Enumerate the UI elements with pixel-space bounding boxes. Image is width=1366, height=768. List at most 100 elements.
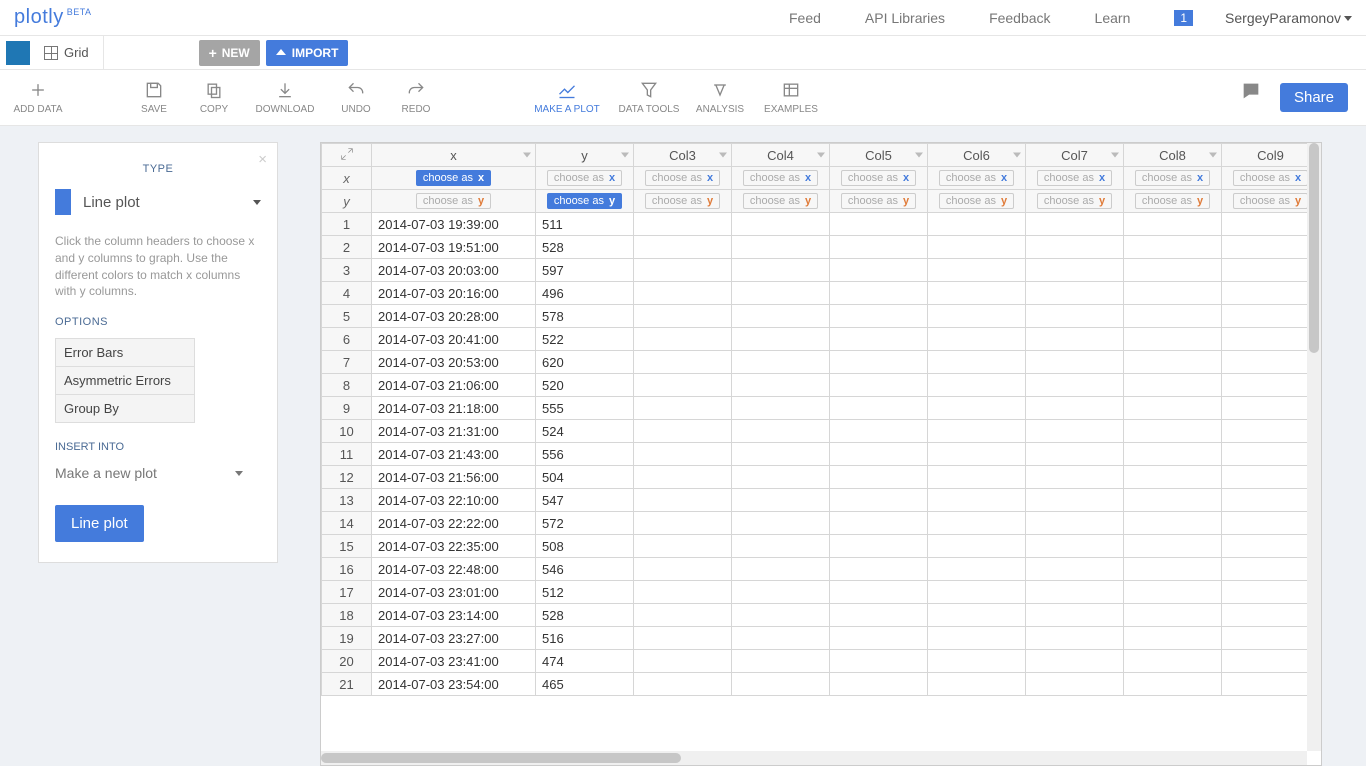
grid-tab[interactable]: Grid	[30, 36, 104, 69]
column-header-Col9[interactable]: Col9	[1222, 144, 1320, 167]
cell[interactable]: 516	[536, 627, 634, 650]
cell[interactable]	[1222, 420, 1320, 443]
cell[interactable]	[1222, 581, 1320, 604]
cell[interactable]	[1222, 627, 1320, 650]
analysis-button[interactable]: ANALYSIS	[690, 80, 750, 115]
row-header[interactable]: 13	[322, 489, 372, 512]
cell[interactable]	[830, 489, 928, 512]
cell[interactable]	[732, 213, 830, 236]
cell[interactable]	[634, 420, 732, 443]
cell[interactable]	[1222, 489, 1320, 512]
cell[interactable]	[830, 443, 928, 466]
cell[interactable]: 555	[536, 397, 634, 420]
cell[interactable]	[634, 397, 732, 420]
choose-x-Col8[interactable]: choose as x	[1124, 167, 1222, 190]
cell[interactable]	[1026, 213, 1124, 236]
cell[interactable]	[1026, 397, 1124, 420]
cell[interactable]: 2014-07-03 20:53:00	[372, 351, 536, 374]
cell[interactable]	[830, 305, 928, 328]
choose-y-y[interactable]: choose as y	[536, 190, 634, 213]
cell[interactable]	[830, 420, 928, 443]
cell[interactable]	[1026, 236, 1124, 259]
cell[interactable]	[1026, 282, 1124, 305]
cell[interactable]: 2014-07-03 23:54:00	[372, 673, 536, 696]
cell[interactable]	[928, 650, 1026, 673]
cell[interactable]: 2014-07-03 19:51:00	[372, 236, 536, 259]
cell[interactable]	[634, 489, 732, 512]
cell[interactable]	[1026, 512, 1124, 535]
cell[interactable]	[1222, 259, 1320, 282]
cell[interactable]	[732, 512, 830, 535]
row-header[interactable]: 9	[322, 397, 372, 420]
cell[interactable]	[1124, 305, 1222, 328]
cell[interactable]: 2014-07-03 21:18:00	[372, 397, 536, 420]
copy-button[interactable]: COPY	[184, 80, 244, 115]
row-header[interactable]: 21	[322, 673, 372, 696]
cell[interactable]	[732, 397, 830, 420]
cell[interactable]	[928, 213, 1026, 236]
cell[interactable]	[1124, 604, 1222, 627]
cell[interactable]	[830, 512, 928, 535]
cell[interactable]	[634, 351, 732, 374]
choose-x-x[interactable]: choose as x	[372, 167, 536, 190]
cell[interactable]	[830, 604, 928, 627]
cell[interactable]: 620	[536, 351, 634, 374]
cell[interactable]	[1222, 558, 1320, 581]
cell[interactable]: 504	[536, 466, 634, 489]
cell[interactable]	[1124, 535, 1222, 558]
cell[interactable]	[1124, 328, 1222, 351]
column-header-Col8[interactable]: Col8	[1124, 144, 1222, 167]
cell[interactable]	[1124, 466, 1222, 489]
column-header-x[interactable]: x	[372, 144, 536, 167]
cell[interactable]	[732, 236, 830, 259]
cell[interactable]: 2014-07-03 20:16:00	[372, 282, 536, 305]
cell[interactable]	[634, 535, 732, 558]
cell[interactable]	[1124, 581, 1222, 604]
cell[interactable]	[830, 328, 928, 351]
vertical-scrollbar[interactable]	[1307, 143, 1321, 751]
cell[interactable]	[830, 351, 928, 374]
cell[interactable]	[1026, 351, 1124, 374]
row-header[interactable]: 1	[322, 213, 372, 236]
cell[interactable]: 2014-07-03 22:22:00	[372, 512, 536, 535]
cell[interactable]: 2014-07-03 20:41:00	[372, 328, 536, 351]
cell[interactable]: 546	[536, 558, 634, 581]
row-header[interactable]: 16	[322, 558, 372, 581]
cell[interactable]: 2014-07-03 22:35:00	[372, 535, 536, 558]
cell[interactable]	[1222, 397, 1320, 420]
option-error-bars[interactable]: Error Bars	[56, 339, 194, 367]
cell[interactable]	[928, 397, 1026, 420]
cell[interactable]: 547	[536, 489, 634, 512]
chat-icon[interactable]	[1240, 80, 1262, 105]
cell[interactable]	[634, 259, 732, 282]
data-tools-button[interactable]: DATA TOOLS	[608, 80, 690, 115]
cell[interactable]	[1124, 489, 1222, 512]
choose-y-Col7[interactable]: choose as y	[1026, 190, 1124, 213]
cell[interactable]	[1124, 627, 1222, 650]
cell[interactable]: 496	[536, 282, 634, 305]
cell[interactable]	[1026, 673, 1124, 696]
cell[interactable]	[928, 328, 1026, 351]
cell[interactable]	[1222, 305, 1320, 328]
close-icon[interactable]: ×	[258, 151, 267, 168]
cell[interactable]	[732, 650, 830, 673]
cell[interactable]	[634, 604, 732, 627]
option-group-by[interactable]: Group By	[56, 395, 194, 423]
cell[interactable]	[928, 443, 1026, 466]
cell[interactable]: 2014-07-03 22:48:00	[372, 558, 536, 581]
cell[interactable]	[1124, 397, 1222, 420]
row-header[interactable]: 6	[322, 328, 372, 351]
cell[interactable]	[830, 627, 928, 650]
cell[interactable]: 520	[536, 374, 634, 397]
cell[interactable]	[1222, 604, 1320, 627]
cell[interactable]: 2014-07-03 20:28:00	[372, 305, 536, 328]
cell[interactable]	[732, 374, 830, 397]
cell[interactable]	[732, 443, 830, 466]
cell[interactable]	[830, 466, 928, 489]
cell[interactable]	[1026, 466, 1124, 489]
cell[interactable]	[634, 466, 732, 489]
cell[interactable]	[1026, 581, 1124, 604]
cell[interactable]	[634, 558, 732, 581]
cell[interactable]: 2014-07-03 23:01:00	[372, 581, 536, 604]
cell[interactable]	[830, 213, 928, 236]
